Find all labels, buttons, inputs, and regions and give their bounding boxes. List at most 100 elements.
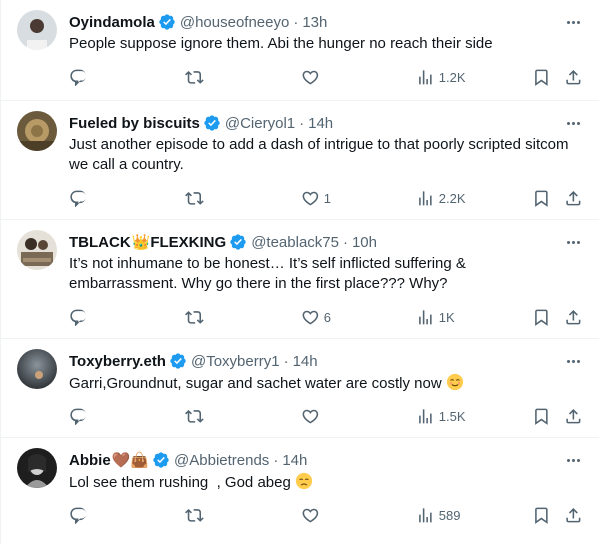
share-button[interactable] — [564, 505, 583, 525]
reply-text: Lol see them rushing , God abeg — [69, 472, 569, 493]
reply-button[interactable] — [69, 505, 92, 525]
like-button[interactable]: 1 — [301, 188, 331, 208]
handle[interactable]: @Toxyberry1 — [191, 353, 280, 370]
like-button[interactable] — [301, 406, 324, 426]
retweet-button[interactable] — [185, 67, 208, 87]
views-button[interactable]: 589 — [416, 505, 460, 525]
avatar[interactable] — [17, 10, 57, 50]
action-bar: 1 2.2K — [69, 188, 589, 208]
reply-icon — [70, 309, 86, 326]
reply-header: Abbie🤎👜 @Abbietrends · 14h — [69, 450, 307, 470]
bookmark-button[interactable] — [532, 406, 551, 426]
crown-emoji-icon: 👑 — [131, 234, 151, 251]
retweet-button[interactable] — [185, 406, 208, 426]
avatar[interactable] — [17, 230, 57, 270]
reply-icon — [70, 408, 86, 425]
reply-button[interactable] — [69, 406, 92, 426]
replies-feed: Oyindamola @houseofneeyo · 13h People su… — [0, 0, 599, 544]
timestamp[interactable]: 13h — [302, 14, 327, 31]
retweet-icon — [185, 310, 204, 324]
bookmark-icon — [535, 190, 548, 207]
separator-dot: · — [283, 352, 289, 370]
more-options-icon[interactable] — [563, 450, 583, 470]
bookmark-button[interactable] — [532, 307, 551, 327]
share-icon — [566, 507, 581, 523]
timestamp[interactable]: 14h — [308, 115, 333, 132]
verified-badge-icon — [159, 14, 175, 30]
share-icon — [566, 309, 581, 325]
share-button[interactable] — [564, 307, 583, 327]
action-bar: 1.2K — [69, 67, 589, 87]
verified-badge-icon — [230, 234, 246, 250]
separator-dot: · — [293, 13, 299, 31]
share-button[interactable] — [564, 67, 583, 87]
reply-button[interactable] — [69, 307, 92, 327]
reply-item[interactable]: TBLACK👑FLEXKING @teablack75 · 10h It’s n… — [1, 220, 599, 339]
reply-item[interactable]: Abbie🤎👜 @Abbietrends · 14h Lol see them … — [1, 438, 599, 544]
views-button[interactable]: 1.2K — [416, 67, 466, 87]
more-options-icon[interactable] — [563, 351, 583, 371]
bookmark-button[interactable] — [532, 505, 551, 525]
like-button[interactable] — [301, 67, 324, 87]
relieved-face-emoji-icon — [446, 373, 463, 391]
analytics-icon — [419, 190, 432, 206]
retweet-button[interactable] — [185, 188, 208, 208]
reply-button[interactable] — [69, 188, 92, 208]
heart-icon — [302, 409, 319, 424]
reply-text: Garri,Groundnut, sugar and sachet water … — [69, 373, 569, 394]
display-name[interactable]: Abbie🤎👜 — [69, 451, 149, 469]
reply-header: Toxyberry.eth @Toxyberry1 · 14h — [69, 351, 318, 371]
handle[interactable]: @Cieryol1 — [225, 115, 295, 132]
handle[interactable]: @teablack75 — [251, 234, 339, 251]
more-options-icon[interactable] — [563, 232, 583, 252]
bookmark-button[interactable] — [532, 67, 551, 87]
reply-item[interactable]: Toxyberry.eth @Toxyberry1 · 14h Garri,Gr… — [1, 339, 599, 438]
disappointed-face-emoji-icon — [295, 472, 312, 490]
bookmark-icon — [535, 507, 548, 524]
more-options-icon[interactable] — [563, 113, 583, 133]
more-options-icon[interactable] — [563, 12, 583, 32]
views-button[interactable]: 1K — [416, 307, 455, 327]
handle[interactable]: @Abbietrends — [174, 452, 269, 469]
reply-item[interactable]: Fueled by biscuits @Cieryol1 · 14h Just … — [1, 101, 599, 220]
action-bar: 6 1K — [69, 307, 589, 327]
reply-icon — [70, 69, 86, 86]
views-button[interactable]: 2.2K — [416, 188, 466, 208]
reply-text: Just another episode to add a dash of in… — [69, 136, 569, 173]
avatar[interactable] — [17, 448, 57, 488]
handle[interactable]: @houseofneeyo — [180, 14, 289, 31]
retweet-icon — [185, 70, 204, 84]
timestamp[interactable]: 14h — [293, 353, 318, 370]
like-button[interactable] — [301, 505, 324, 525]
display-name[interactable]: TBLACK👑FLEXKING — [69, 233, 226, 251]
retweet-icon — [185, 191, 204, 205]
verified-badge-icon — [153, 452, 169, 468]
heart-icon — [302, 70, 319, 85]
like-button[interactable]: 6 — [301, 307, 331, 327]
retweet-button[interactable] — [185, 505, 208, 525]
bookmark-icon — [535, 69, 548, 86]
display-name[interactable]: Toxyberry.eth — [69, 353, 166, 370]
heart-icon — [302, 508, 319, 523]
analytics-icon — [419, 507, 432, 523]
share-button[interactable] — [564, 188, 583, 208]
separator-dot: · — [299, 114, 305, 132]
verified-badge-icon — [170, 353, 186, 369]
bookmark-button[interactable] — [532, 188, 551, 208]
avatar[interactable] — [17, 349, 57, 389]
retweet-icon — [185, 409, 204, 423]
timestamp[interactable]: 14h — [282, 452, 307, 469]
avatar[interactable] — [17, 111, 57, 151]
share-button[interactable] — [564, 406, 583, 426]
timestamp[interactable]: 10h — [352, 234, 377, 251]
share-icon — [566, 408, 581, 424]
views-button[interactable]: 1.5K — [416, 406, 466, 426]
reply-button[interactable] — [69, 67, 92, 87]
heart-icon — [302, 310, 319, 325]
reply-icon — [70, 507, 86, 524]
display-name[interactable]: Fueled by biscuits — [69, 115, 200, 132]
reply-item[interactable]: Oyindamola @houseofneeyo · 13h People su… — [1, 0, 599, 101]
retweet-button[interactable] — [185, 307, 208, 327]
display-name[interactable]: Oyindamola — [69, 14, 155, 31]
reply-text: It’s not inhumane to be honest… It’s sel… — [69, 255, 466, 292]
